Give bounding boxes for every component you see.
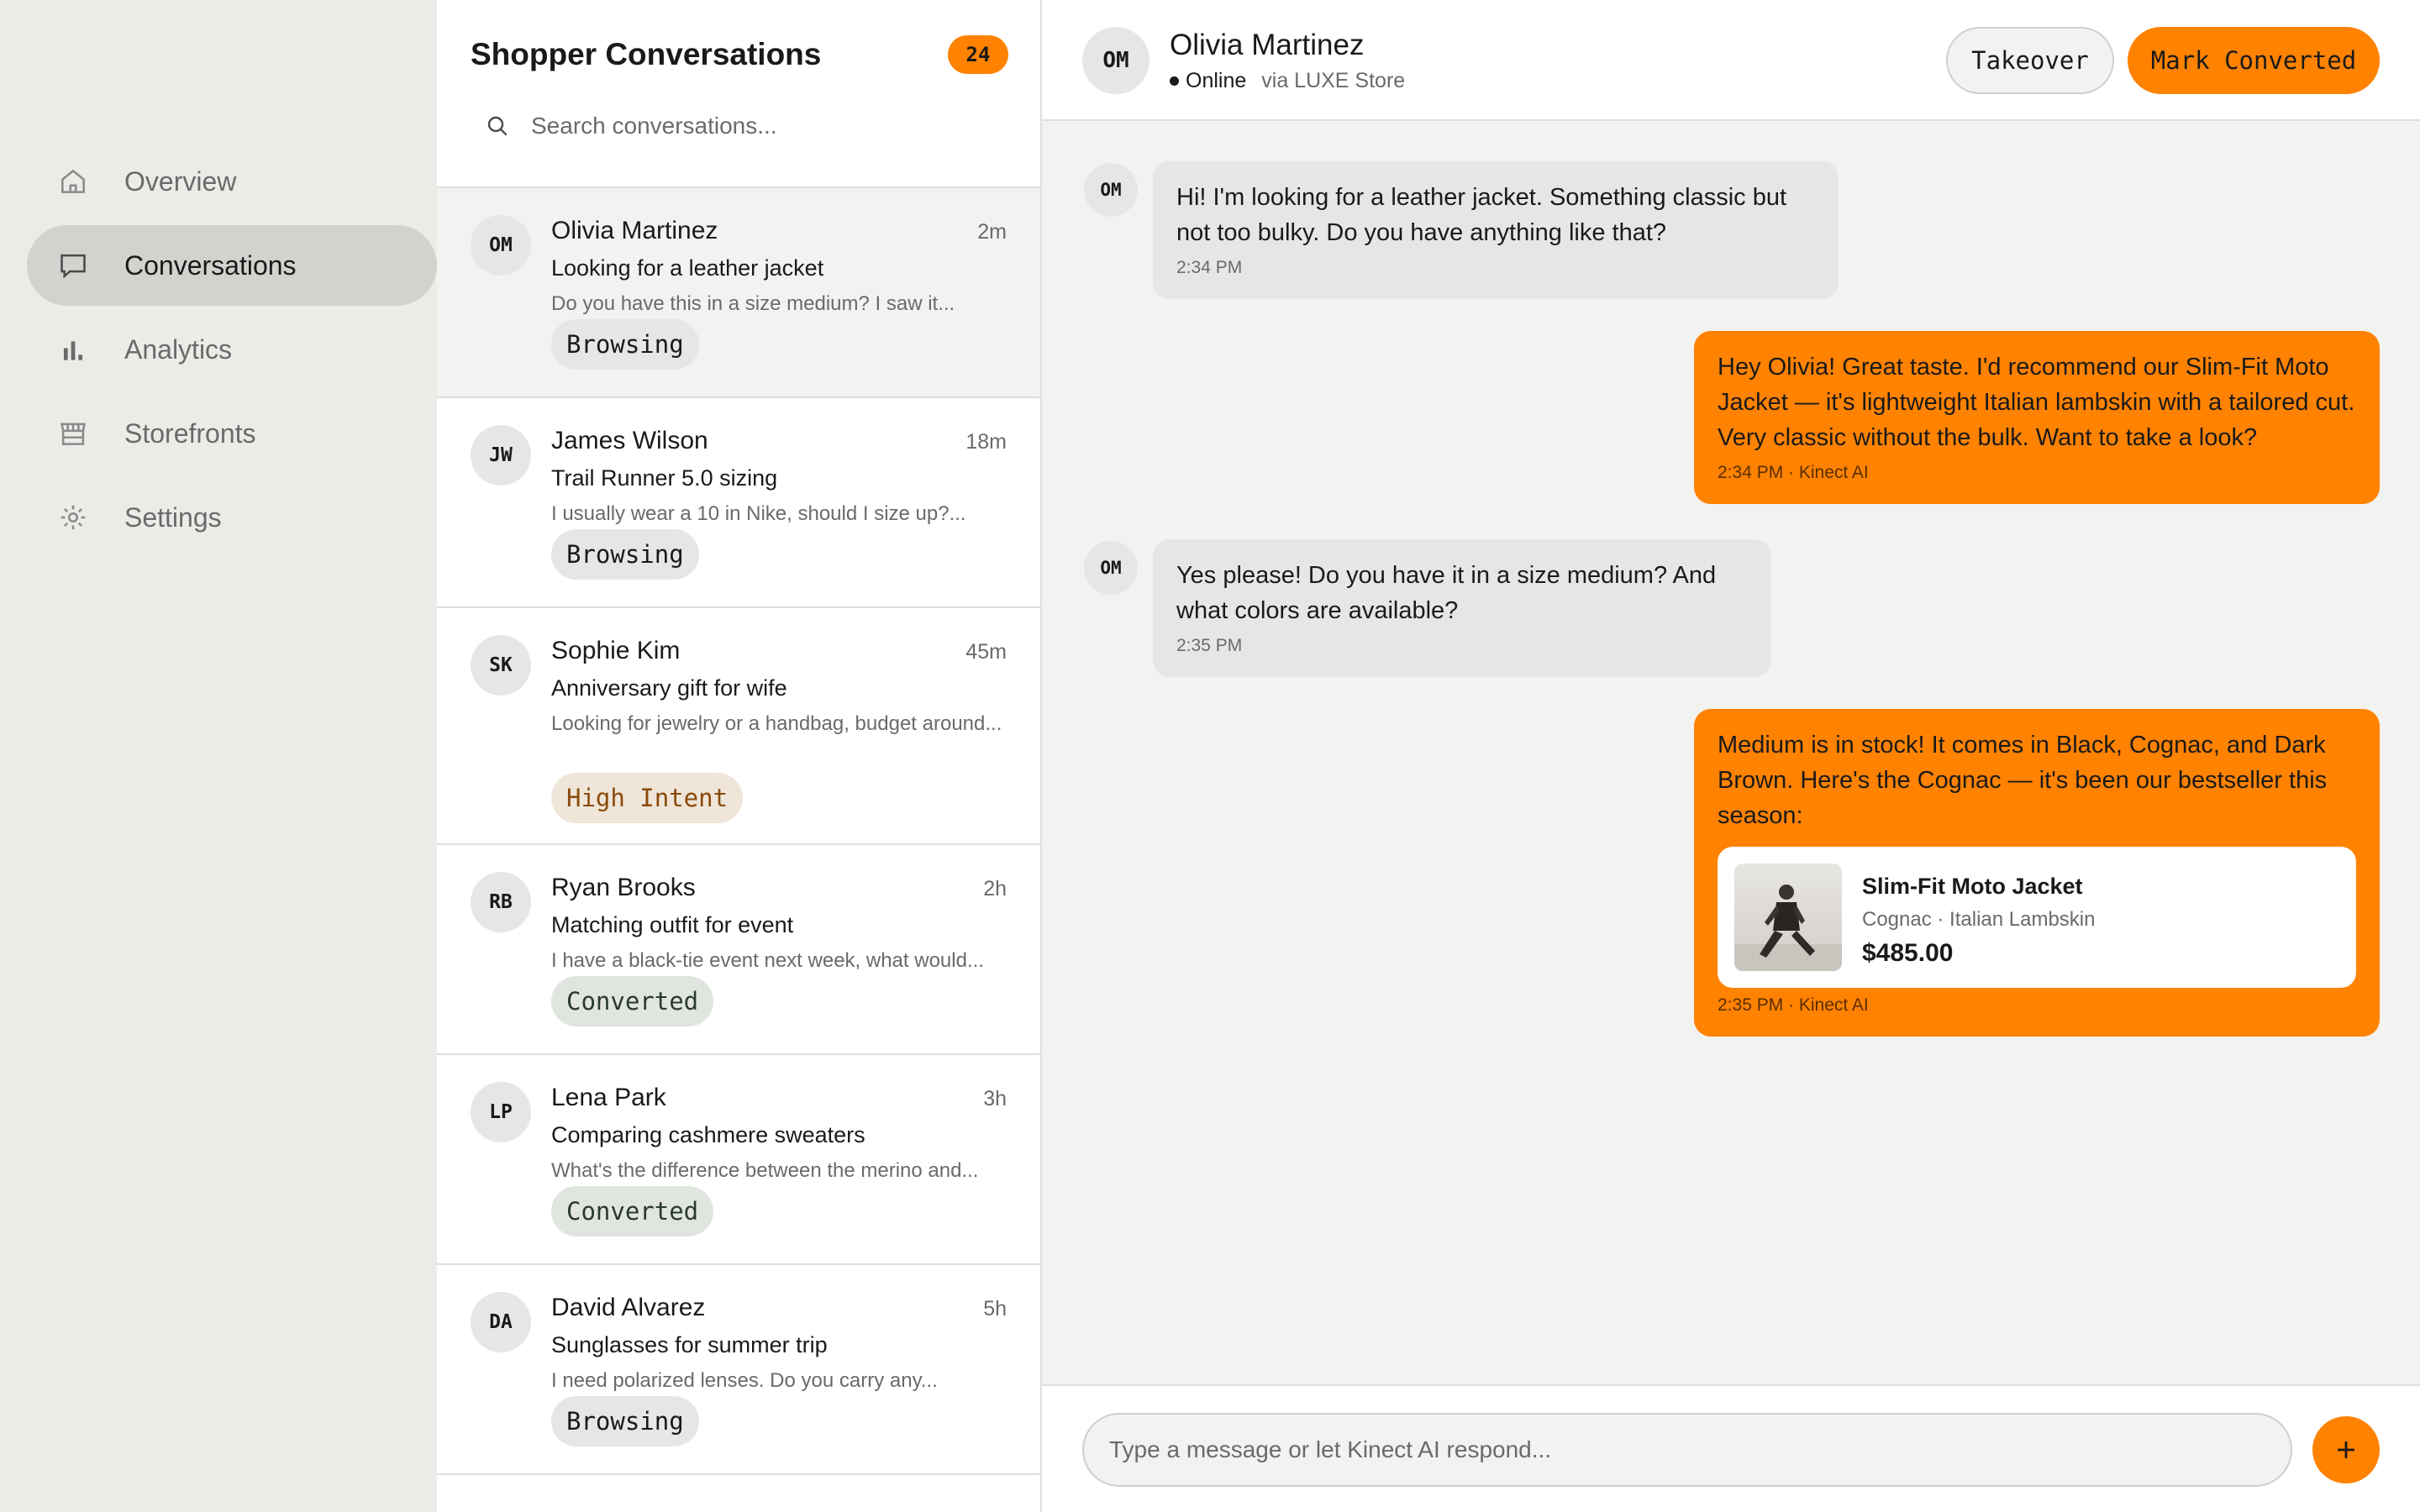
conversation-name: Lena Park (551, 1084, 666, 1111)
conversation-time: 18m (965, 430, 1007, 454)
add-button[interactable] (2312, 1416, 2380, 1483)
plus-icon (2338, 1441, 2354, 1458)
message-input[interactable] (1082, 1413, 2292, 1487)
conversation-subject: Anniversary gift for wife (551, 675, 787, 701)
sidebar-item-label: Storefronts (124, 417, 256, 449)
sidebar-nav: Overview Conversations Analytics Storefr… (27, 141, 437, 561)
chat-contact-name: Olivia Martinez (1170, 29, 1365, 61)
search-input[interactable] (531, 113, 1002, 139)
message-bubble-ai: Medium is in stock! It comes in Black, C… (1694, 709, 2380, 1037)
product-card[interactable]: Slim-Fit Moto Jacket Cognac · Italian La… (1718, 847, 2356, 988)
conversation-item[interactable]: RB Ryan Brooks 2h Matching outfit for ev… (437, 845, 1040, 1055)
conversation-name: Olivia Martinez (551, 217, 718, 244)
conversation-list-panel: Shopper Conversations 24 OM Olivia Marti… (437, 0, 1042, 1512)
conversation-list-header: Shopper Conversations 24 (437, 0, 1040, 188)
sidebar-item-label: Settings (124, 501, 222, 533)
message-time: 2:34 PM · Kinect AI (1718, 463, 1869, 482)
conversation-time: 5h (983, 1297, 1007, 1320)
conversation-subject: Looking for a leather jacket (551, 255, 824, 281)
avatar: OM (1082, 27, 1150, 94)
storefront-icon (57, 417, 89, 449)
status-badge: Browsing (551, 529, 699, 580)
status-badge: Browsing (551, 1396, 699, 1446)
sidebar-item-label: Conversations (124, 249, 297, 281)
sidebar-item-analytics[interactable]: Analytics (27, 309, 437, 390)
conversation-preview: Looking for jewelry or a handbag, budget… (551, 712, 1002, 735)
conversation-item[interactable]: SK Sophie Kim 45m Anniversary gift for w… (437, 608, 1040, 845)
message-time: 2:35 PM (1176, 636, 1243, 655)
online-dot-icon (1170, 76, 1179, 86)
conversation-time: 2h (983, 877, 1007, 900)
page-title: Shopper Conversations (471, 37, 822, 71)
conversation-time: 3h (983, 1087, 1007, 1110)
product-image (1734, 864, 1842, 971)
message-bubble-shopper: Yes please! Do you have it in a size med… (1153, 539, 1771, 677)
conversation-name: David Alvarez (551, 1294, 706, 1321)
conversation-count-badge: 24 (948, 35, 1008, 74)
conversation-item[interactable]: OM Olivia Martinez 2m Looking for a leat… (437, 188, 1040, 398)
store-source: via LUXE Store (1261, 69, 1406, 92)
avatar: LP (471, 1082, 531, 1142)
message-composer (1042, 1384, 2420, 1512)
conversation-subject: Matching outfit for event (551, 912, 794, 937)
conversation-subject: Sunglasses for summer trip (551, 1332, 828, 1357)
conversation-time: 2m (977, 220, 1007, 244)
message-bubble-shopper: Hi! I'm looking for a leather jacket. So… (1153, 161, 1839, 299)
home-icon (57, 165, 89, 197)
status-badge: Converted (551, 976, 714, 1026)
conversation-name: James Wilson (551, 427, 708, 454)
conversation-preview: I need polarized lenses. Do you carry an… (551, 1369, 938, 1392)
sidebar-item-label: Analytics (124, 333, 233, 365)
mark-converted-button[interactable]: Mark Converted (2128, 27, 2380, 94)
sidebar: Overview Conversations Analytics Storefr… (0, 0, 437, 1512)
status-badge: High Intent (551, 773, 744, 823)
avatar: RB (471, 872, 531, 932)
message-time: 2:35 PM · Kinect AI (1718, 995, 1869, 1015)
conversation-preview: What's the difference between the merino… (551, 1159, 979, 1182)
conversation-preview: I have a black-tie event next week, what… (551, 949, 984, 972)
conversation-preview: Do you have this in a size medium? I saw… (551, 292, 955, 315)
chat-header: OM Olivia Martinez Online via LUXE Store… (1042, 0, 2420, 121)
chat-status: Online via LUXE Store (1170, 69, 1405, 93)
conversation-subject: Trail Runner 5.0 sizing (551, 465, 778, 491)
conversation-name: Sophie Kim (551, 637, 681, 664)
sidebar-item-overview[interactable]: Overview (27, 141, 437, 222)
conversation-item[interactable]: LP Lena Park 3h Comparing cashmere sweat… (437, 1055, 1040, 1265)
bar-chart-icon (57, 333, 89, 365)
conversation-time: 45m (965, 640, 1007, 664)
status-badge: Converted (551, 1186, 714, 1236)
conversation-item[interactable]: DA David Alvarez 5h Sunglasses for summe… (437, 1265, 1040, 1475)
product-variant: Cognac · Italian Lambskin (1862, 908, 2096, 931)
message-text: Hey Olivia! Great taste. I'd recommend o… (1718, 354, 2355, 451)
message-time: 2:34 PM (1176, 258, 1243, 277)
message-bubble-ai: Hey Olivia! Great taste. I'd recommend o… (1694, 331, 2380, 504)
avatar: OM (1084, 163, 1138, 217)
product-name: Slim-Fit Moto Jacket (1862, 874, 2083, 899)
takeover-button[interactable]: Takeover (1946, 27, 2114, 94)
avatar: JW (471, 425, 531, 486)
search-icon (487, 116, 508, 136)
product-price: $485.00 (1862, 939, 1954, 967)
sidebar-item-settings[interactable]: Settings (27, 477, 437, 558)
avatar: DA (471, 1292, 531, 1352)
sidebar-item-label: Overview (124, 165, 237, 197)
conversation-preview: I usually wear a 10 in Nike, should I si… (551, 502, 966, 525)
message-text: Yes please! Do you have it in a size med… (1176, 562, 1717, 624)
conversation-subject: Comparing cashmere sweaters (551, 1122, 865, 1147)
message-text: Hi! I'm looking for a leather jacket. So… (1176, 184, 1787, 246)
status-badge: Browsing (551, 319, 699, 370)
search-bar (484, 113, 1002, 139)
sidebar-item-storefronts[interactable]: Storefronts (27, 393, 437, 474)
conversation-item[interactable]: JW James Wilson 18m Trail Runner 5.0 siz… (437, 398, 1040, 608)
conversation-name: Ryan Brooks (551, 874, 696, 901)
sidebar-item-conversations[interactable]: Conversations (27, 225, 437, 306)
gear-icon (57, 501, 89, 533)
avatar: OM (1084, 541, 1138, 595)
message-text: Medium is in stock! It comes in Black, C… (1718, 732, 2328, 829)
chat-bubble-icon (57, 249, 89, 281)
avatar: OM (471, 215, 531, 276)
avatar: SK (471, 635, 531, 696)
chat-panel: OM Olivia Martinez Online via LUXE Store… (1042, 0, 2420, 1512)
status-text: Online (1186, 69, 1247, 92)
